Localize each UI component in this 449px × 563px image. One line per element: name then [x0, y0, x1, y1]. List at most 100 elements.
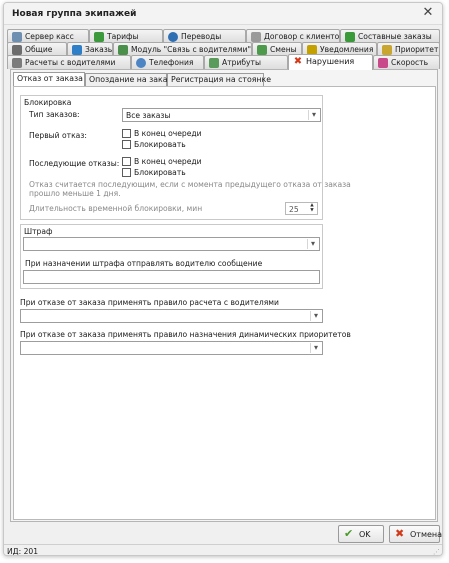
- checkmark-icon: ✔: [344, 527, 354, 540]
- spinner-arrows-icon[interactable]: ▲ ▼: [308, 203, 316, 213]
- subsequent-refusals-label: Последующие отказы:: [29, 159, 120, 168]
- block-duration-label: Длительность временной блокировки, мин: [29, 204, 203, 213]
- tab-speed[interactable]: Скорость: [373, 55, 440, 69]
- tab-label: Договор с клиентом: [264, 32, 340, 41]
- subtab-order-lateness[interactable]: Опоздание на заказ: [85, 73, 172, 86]
- tab-label: Телефония: [149, 58, 194, 67]
- subtab-order-refusal[interactable]: Отказ от заказа: [13, 72, 85, 86]
- cancel-button[interactable]: ✖ Отмена: [389, 525, 443, 543]
- tab-drivers-link-module[interactable]: Модуль "Связь с водителями": [113, 42, 252, 56]
- shifts-icon: [257, 45, 267, 55]
- telephony-icon: [136, 58, 146, 68]
- checkbox-label: Блокировать: [134, 168, 186, 177]
- checkbox-label: В конец очереди: [134, 157, 202, 166]
- fine-group: Штраф ▾ При назначении штрафа отправлять…: [20, 224, 323, 289]
- tab-attributes[interactable]: Атрибуты: [204, 55, 288, 69]
- subsequent-note-line-2: прошло меньше 1 дня.: [29, 189, 121, 198]
- status-bar: ИД: 201 ⋰: [4, 544, 442, 556]
- tab-priorities[interactable]: Приоритеты: [377, 42, 440, 56]
- tab-label: Составные заказы: [358, 32, 432, 41]
- orders-icon: [72, 45, 82, 55]
- order-refusal-panel: Блокировка Тип заказов: Все заказы ▾ Пер…: [13, 86, 436, 520]
- chevron-down-icon: ▾: [310, 343, 321, 353]
- tab-driver-payments[interactable]: Расчеты с водителями: [7, 55, 131, 69]
- first-block-checkbox[interactable]: Блокировать: [122, 140, 222, 150]
- checkbox-label: В конец очереди: [134, 129, 202, 138]
- tab-row-3: Расчеты с водителями Телефония Атрибуты …: [7, 54, 440, 70]
- drivers-link-icon: [118, 45, 128, 55]
- order-type-label: Тип заказов:: [29, 110, 80, 119]
- tab-label: Заказы: [85, 45, 113, 54]
- tab-label: Скорость: [391, 58, 429, 67]
- block-duration-spinner[interactable]: 25 ▲ ▼: [285, 202, 318, 215]
- tab-tariffs[interactable]: Тарифы: [89, 29, 163, 43]
- blocking-group-title: Блокировка: [24, 98, 72, 107]
- subsequent-end-of-queue-checkbox[interactable]: В конец очереди: [122, 157, 222, 167]
- tab-row-2: Общие Заказы Модуль "Связь с водителями"…: [7, 42, 440, 56]
- chevron-down-icon: ▾: [310, 311, 321, 321]
- driver-payments-icon: [12, 58, 22, 68]
- tab-content-violations: Отказ от заказа Опоздание на заказ Регис…: [10, 69, 438, 522]
- checkbox-box: [122, 129, 131, 138]
- tab-label: Тарифы: [107, 32, 139, 41]
- driver-calc-rule-label: При отказе от заказа применять правило р…: [20, 298, 279, 307]
- tab-orders[interactable]: Заказы: [67, 42, 113, 56]
- cancel-button-label: Отмена: [410, 530, 443, 539]
- tab-label: Приоритеты: [395, 45, 440, 54]
- blocking-group: Блокировка Тип заказов: Все заказы ▾ Пер…: [20, 95, 351, 220]
- cash-server-icon: [12, 32, 22, 42]
- tab-label: Расчеты с водителями: [25, 58, 116, 67]
- tab-general[interactable]: Общие: [7, 42, 67, 56]
- window-title: Новая группа экипажей: [12, 9, 137, 19]
- tab-label: Сервер касс: [25, 32, 74, 41]
- dynamic-priority-rule-select[interactable]: ▾: [20, 341, 323, 355]
- first-end-of-queue-checkbox[interactable]: В конец очереди: [122, 129, 222, 139]
- tab-label: Нарушения: [306, 57, 355, 66]
- general-icon: [12, 45, 22, 55]
- tab-label: Смены: [270, 45, 297, 54]
- tab-row-1: Сервер касс Тарифы Переводы Договор с кл…: [7, 29, 440, 43]
- contract-icon: [251, 32, 261, 42]
- tab-cash-server[interactable]: Сервер касс: [7, 29, 89, 43]
- resize-grip-icon[interactable]: ⋰: [433, 548, 440, 555]
- checkbox-box: [122, 140, 131, 149]
- compound-orders-icon: [345, 32, 355, 42]
- tab-compound-orders[interactable]: Составные заказы: [340, 29, 440, 43]
- tab-telephony[interactable]: Телефония: [131, 55, 204, 69]
- dynamic-priority-rule-label: При отказе от заказа применять правило н…: [20, 330, 351, 339]
- attributes-icon: [209, 58, 219, 68]
- tab-transfers[interactable]: Переводы: [163, 29, 246, 43]
- chevron-down-icon: ▾: [308, 110, 319, 120]
- chevron-down-icon: ▾: [307, 239, 318, 249]
- tab-violations[interactable]: ✖ Нарушения: [288, 54, 373, 70]
- fine-select[interactable]: ▾: [23, 237, 320, 251]
- violations-icon: ✖: [293, 56, 303, 67]
- first-refusal-label: Первый отказ:: [29, 131, 87, 140]
- checkbox-box: [122, 157, 131, 166]
- speed-icon: [378, 58, 388, 68]
- fine-message-input[interactable]: [23, 270, 320, 284]
- subsequent-block-checkbox[interactable]: Блокировать: [122, 168, 222, 178]
- title-bar[interactable]: Новая группа экипажей ✕: [4, 3, 442, 25]
- ok-button[interactable]: ✔ OK: [338, 525, 384, 543]
- subsequent-note-line-1: Отказ считается последующим, если с моме…: [29, 180, 351, 189]
- record-id: ИД: 201: [7, 547, 39, 556]
- order-type-select[interactable]: Все заказы ▾: [122, 108, 321, 122]
- block-duration-value: 25: [289, 205, 299, 214]
- tab-label: Переводы: [181, 32, 222, 41]
- driver-calc-rule-select[interactable]: ▾: [20, 309, 323, 323]
- checkbox-label: Блокировать: [134, 140, 186, 149]
- transfers-icon: [168, 32, 178, 42]
- dialog-window: Новая группа экипажей ✕ Сервер касс Тари…: [3, 2, 443, 556]
- subtab-parking-registration[interactable]: Регистрация на стоянке: [167, 73, 271, 86]
- order-type-value: Все заказы: [126, 111, 171, 120]
- tariffs-icon: [94, 32, 104, 42]
- cancel-x-icon: ✖: [395, 527, 405, 540]
- tab-client-contract[interactable]: Договор с клиентом: [246, 29, 340, 43]
- close-icon[interactable]: ✕: [420, 5, 436, 21]
- checkbox-box: [122, 168, 131, 177]
- tab-label: Модуль "Связь с водителями": [131, 45, 252, 54]
- tab-label: Атрибуты: [222, 58, 261, 67]
- priorities-icon: [382, 45, 392, 55]
- tab-label: Общие: [25, 45, 53, 54]
